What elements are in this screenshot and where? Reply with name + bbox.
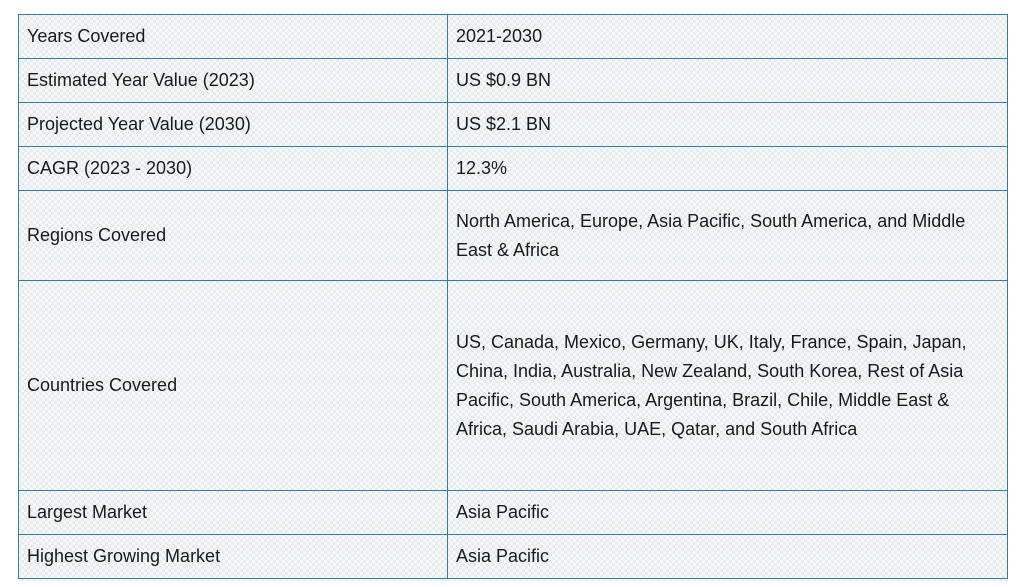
row-label: Regions Covered (18, 190, 448, 281)
row-value: US $0.9 BN (447, 58, 1008, 103)
row-value: North America, Europe, Asia Pacific, Sou… (447, 190, 1008, 281)
row-value: 2021-2030 (447, 14, 1008, 59)
table-row-years-covered: Years Covered 2021-2030 (18, 14, 1008, 59)
table-row-regions-covered: Regions Covered North America, Europe, A… (18, 190, 1008, 281)
row-label: Estimated Year Value (2023) (18, 58, 448, 103)
row-label: Years Covered (18, 14, 448, 59)
row-label: CAGR (2023 - 2030) (18, 146, 448, 191)
table-row-countries-covered: Countries Covered US, Canada, Mexico, Ge… (18, 280, 1008, 491)
row-value: Asia Pacific (447, 534, 1008, 579)
row-label: Highest Growing Market (18, 534, 448, 579)
row-label: Countries Covered (18, 280, 448, 491)
row-label: Projected Year Value (2030) (18, 102, 448, 147)
row-value: Asia Pacific (447, 490, 1008, 535)
table-row-cagr: CAGR (2023 - 2030) 12.3% (18, 146, 1008, 191)
table-row-highest-growing-market: Highest Growing Market Asia Pacific (18, 534, 1008, 579)
report-summary-table-container: Years Covered 2021-2030 Estimated Year V… (18, 14, 1008, 581)
row-value: 12.3% (447, 146, 1008, 191)
row-value: US $2.1 BN (447, 102, 1008, 147)
row-value: US, Canada, Mexico, Germany, UK, Italy, … (447, 280, 1008, 491)
table-row-projected-year-value: Projected Year Value (2030) US $2.1 BN (18, 102, 1008, 147)
table-row-largest-market: Largest Market Asia Pacific (18, 490, 1008, 535)
report-summary-table: Years Covered 2021-2030 Estimated Year V… (18, 14, 1008, 579)
row-label: Largest Market (18, 490, 448, 535)
table-row-estimated-year-value: Estimated Year Value (2023) US $0.9 BN (18, 58, 1008, 103)
